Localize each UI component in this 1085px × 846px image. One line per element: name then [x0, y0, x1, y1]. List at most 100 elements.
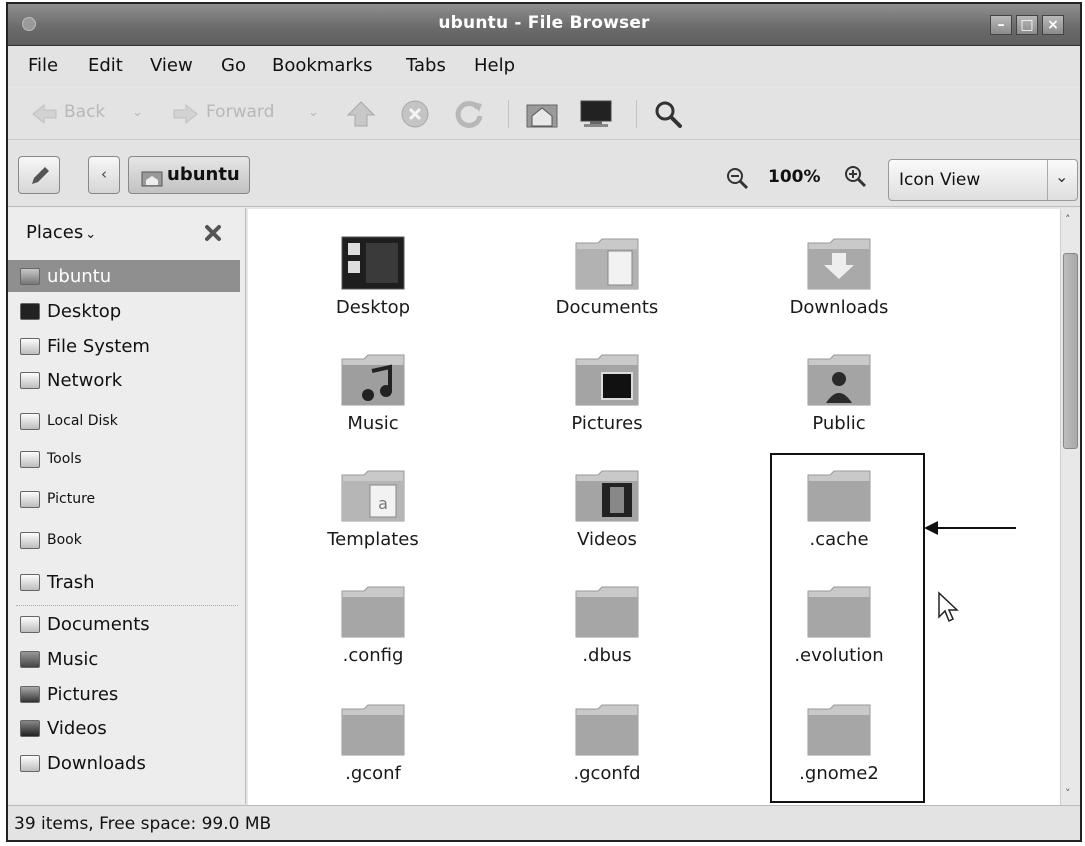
- back-dropdown-icon[interactable]: ⌄: [132, 105, 143, 120]
- templates-folder-icon: a: [341, 470, 405, 522]
- menu-tabs[interactable]: Tabs: [406, 55, 446, 76]
- back-button[interactable]: Back: [64, 102, 105, 122]
- file-label: Pictures: [571, 413, 643, 434]
- sidebar-item-ubuntu[interactable]: ubuntu: [8, 260, 240, 292]
- scroll-up-icon[interactable]: ˄: [1065, 213, 1071, 226]
- file-label: Documents: [555, 297, 659, 318]
- sidebar-item-label: Music: [47, 648, 99, 670]
- places-header[interactable]: Places ⌄: [26, 222, 96, 243]
- menu-edit[interactable]: Edit: [88, 55, 123, 76]
- zoom-level[interactable]: 100%: [768, 167, 821, 187]
- sidebar-item-book[interactable]: Book: [8, 524, 240, 556]
- sidebar-item-label: Pictures: [47, 683, 119, 705]
- svg-text:a: a: [378, 494, 388, 513]
- file-item-documents[interactable]: Documents: [522, 235, 692, 318]
- places-sidebar: Places ⌄ ubuntu Desktop File System Netwo…: [8, 208, 246, 804]
- menu-bar: File Edit View Go Bookmarks Tabs Help: [8, 47, 1080, 87]
- file-icon-view[interactable]: Desktop Documents Downloads Music Pictur…: [248, 209, 1064, 805]
- status-text: 39 items, Free space: 99.0 MB: [14, 814, 272, 834]
- desktop-icon: [20, 302, 40, 320]
- sidebar-item-trash[interactable]: Trash: [8, 566, 240, 598]
- view-mode-label: Icon View: [899, 170, 981, 190]
- sidebar-item-downloads[interactable]: Downloads: [8, 747, 240, 779]
- file-item-public[interactable]: Public: [754, 351, 924, 434]
- scrollbar-thumb[interactable]: [1063, 253, 1078, 449]
- edit-location-button[interactable]: [18, 156, 60, 194]
- breadcrumb-left-arrow-icon[interactable]: ‹: [88, 156, 120, 194]
- sidebar-item-label: ubuntu: [47, 265, 112, 287]
- home-folder-icon: [20, 267, 40, 285]
- breadcrumb-ubuntu-button[interactable]: ubuntu: [128, 156, 250, 194]
- scroll-down-icon[interactable]: ˅: [1065, 787, 1071, 800]
- file-label: Downloads: [789, 297, 889, 318]
- minimize-button[interactable]: –: [990, 15, 1012, 35]
- view-mode-select[interactable]: Icon View ⌄: [888, 159, 1078, 201]
- sidebar-item-documents[interactable]: Documents: [8, 608, 240, 640]
- back-arrow-icon[interactable]: [30, 102, 58, 126]
- file-label: .gconf: [345, 763, 401, 784]
- search-icon[interactable]: [652, 98, 684, 130]
- sidebar-item-music[interactable]: Music: [8, 643, 240, 675]
- reload-icon[interactable]: [454, 99, 484, 129]
- menu-view[interactable]: View: [150, 55, 193, 76]
- status-bar: 39 items, Free space: 99.0 MB: [8, 805, 1080, 840]
- places-header-label: Places: [26, 222, 84, 243]
- videos-folder-icon: [575, 470, 639, 522]
- menu-file[interactable]: File: [28, 55, 58, 76]
- forward-button[interactable]: Forward: [206, 102, 274, 122]
- forward-dropdown-icon[interactable]: ⌄: [308, 105, 319, 120]
- file-item-music[interactable]: Music: [288, 351, 458, 434]
- file-item-templates[interactable]: a Templates: [288, 467, 458, 550]
- sidebar-item-picture[interactable]: Picture: [8, 483, 240, 515]
- sidebar-item-local-disk[interactable]: Local Disk: [8, 405, 240, 437]
- select-divider: [1047, 160, 1048, 200]
- annotation-arrow-icon: [924, 521, 1016, 535]
- sidebar-item-network[interactable]: Network: [8, 364, 240, 396]
- file-item-dbus[interactable]: .dbus: [522, 583, 692, 666]
- menu-bookmarks[interactable]: Bookmarks: [272, 55, 373, 76]
- sidebar-item-label: Videos: [47, 717, 107, 739]
- zoom-out-icon[interactable]: [726, 167, 750, 191]
- toolbar-separator: [636, 100, 637, 128]
- file-item-gconf[interactable]: .gconf: [288, 701, 458, 784]
- maximize-button[interactable]: □: [1016, 15, 1038, 35]
- sidebar-item-label: Tools: [47, 451, 82, 467]
- sidebar-item-label: Picture: [47, 491, 96, 507]
- file-label: .dbus: [582, 645, 632, 666]
- up-icon[interactable]: [346, 99, 376, 129]
- forward-arrow-icon[interactable]: [172, 102, 200, 126]
- file-item-pictures[interactable]: Pictures: [522, 351, 692, 434]
- close-button[interactable]: ×: [1042, 15, 1064, 35]
- pictures-icon: [20, 685, 40, 703]
- toolbar-separator: [508, 100, 509, 128]
- file-item-videos[interactable]: Videos: [522, 467, 692, 550]
- file-item-config[interactable]: .config: [288, 583, 458, 666]
- sidebar-item-file-system[interactable]: File System: [8, 330, 240, 362]
- pencil-icon: [32, 167, 49, 184]
- sidebar-item-pictures[interactable]: Pictures: [8, 678, 240, 710]
- computer-icon[interactable]: [578, 99, 614, 129]
- sidebar-item-label: Book: [47, 532, 82, 548]
- documents-folder-icon: [575, 238, 639, 290]
- annotation-highlight-box: [770, 453, 925, 803]
- stop-icon[interactable]: [400, 99, 430, 129]
- menu-go[interactable]: Go: [221, 55, 246, 76]
- vertical-scrollbar[interactable]: ˄ ˅: [1060, 209, 1080, 805]
- sidebar-item-label: Downloads: [47, 752, 146, 774]
- menu-help[interactable]: Help: [474, 55, 515, 76]
- file-item-gconfd[interactable]: .gconfd: [522, 701, 692, 784]
- drive-icon: [20, 450, 40, 468]
- sidebar-item-label: Trash: [47, 571, 95, 593]
- music-icon: [20, 650, 40, 668]
- home-icon[interactable]: [525, 99, 559, 129]
- sidebar-item-videos[interactable]: Videos: [8, 712, 240, 744]
- title-bar[interactable]: ubuntu - File Browser – □ ×: [8, 4, 1080, 46]
- close-sidebar-icon[interactable]: [204, 224, 222, 242]
- zoom-in-icon[interactable]: [844, 165, 868, 189]
- sidebar-item-tools[interactable]: Tools: [8, 443, 240, 475]
- sidebar-item-label: Local Disk: [47, 413, 118, 429]
- file-item-downloads[interactable]: Downloads: [754, 235, 924, 318]
- sidebar-separator: [16, 605, 238, 606]
- sidebar-item-desktop[interactable]: Desktop: [8, 295, 240, 327]
- file-item-desktop[interactable]: Desktop: [288, 235, 458, 318]
